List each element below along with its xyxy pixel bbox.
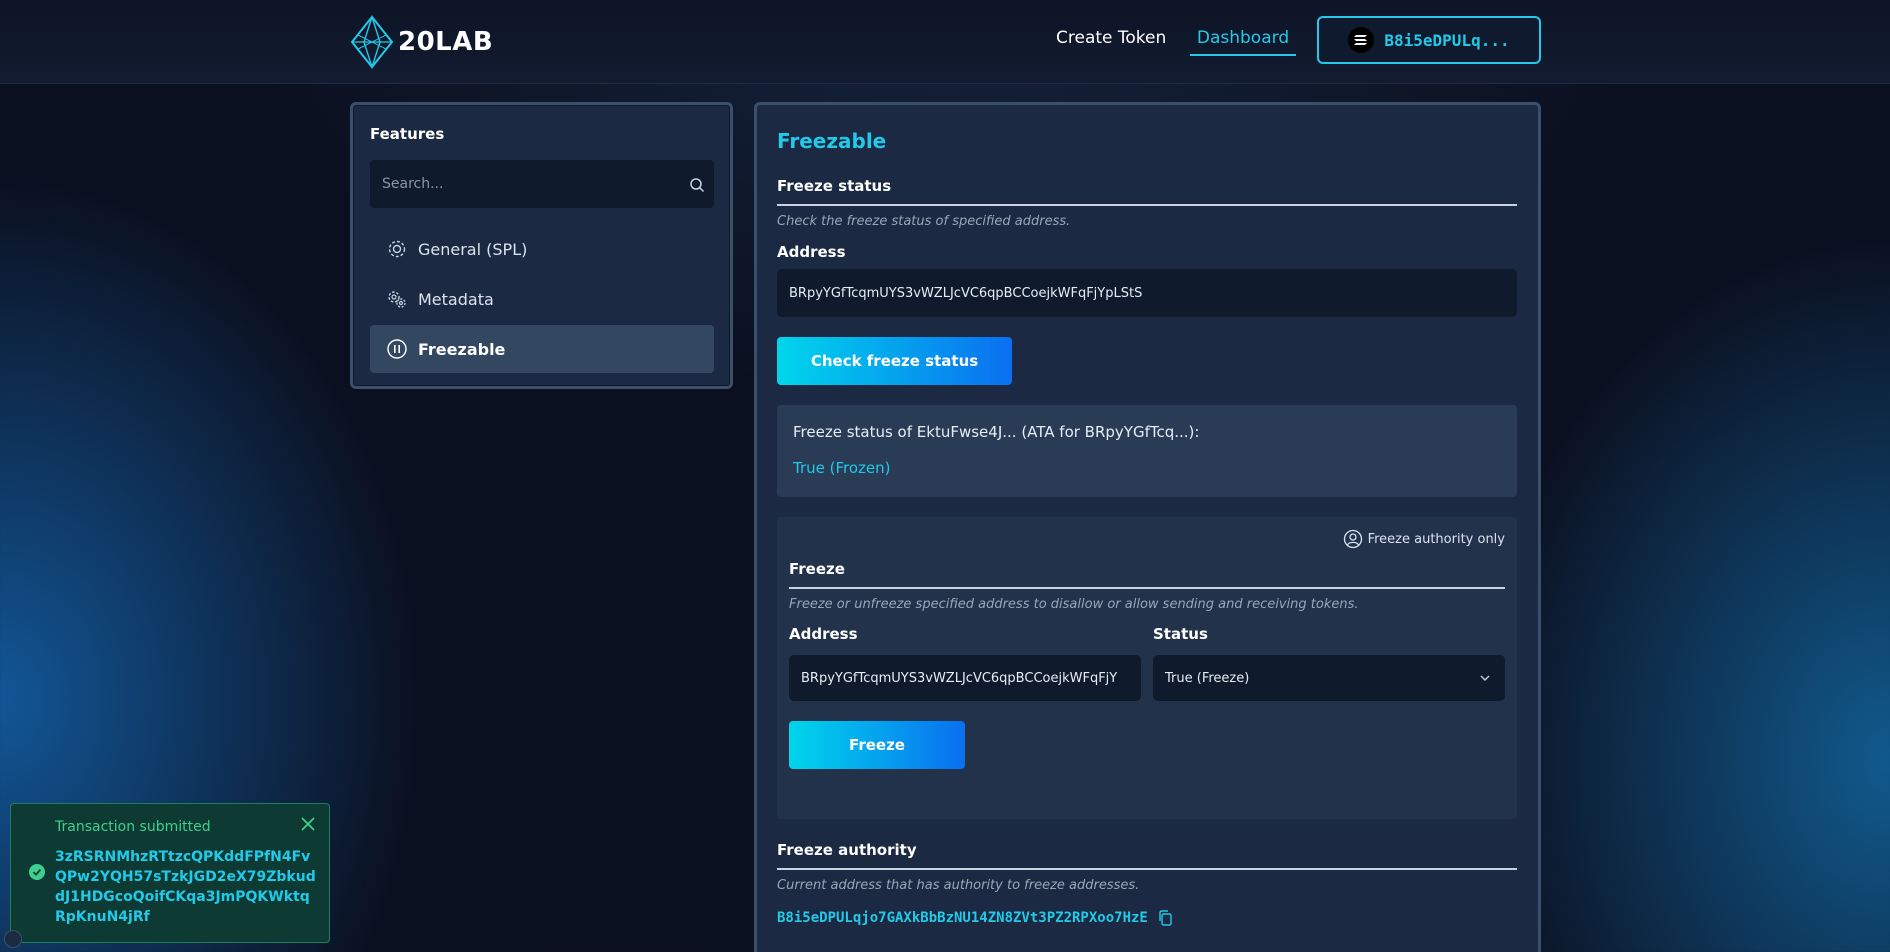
transaction-toast: Transaction submitted 3zRSRNMhzRTtzcQPKd… bbox=[10, 803, 330, 943]
freeze-authority-title: Freeze authority bbox=[777, 841, 917, 859]
check-freeze-status-button[interactable]: Check freeze status bbox=[777, 337, 1012, 385]
freeze-status-select-value: True (Freeze) bbox=[1165, 670, 1250, 686]
sidebar-item-freezable[interactable]: Freezable bbox=[370, 325, 714, 373]
solana-icon bbox=[1348, 27, 1375, 53]
sidebar-item-general-spl[interactable]: General (SPL) bbox=[370, 225, 714, 273]
sidebar-item-label: Freezable bbox=[418, 339, 506, 359]
search-icon[interactable] bbox=[689, 177, 705, 193]
address-label: Address bbox=[777, 243, 846, 261]
gear-icon bbox=[388, 240, 406, 258]
features-sidebar: Features General (SPL) Metadata Freezabl… bbox=[350, 102, 733, 389]
freezable-panel: Freezable Freeze status Check the freeze… bbox=[754, 102, 1541, 952]
nav-dashboard[interactable]: Dashboard bbox=[1190, 28, 1296, 56]
gears-icon bbox=[388, 291, 406, 308]
user-circle-icon bbox=[1343, 529, 1362, 549]
freeze-authority-address-text[interactable]: B8i5eDPULqjo7GAXkBbBzNU14ZN8ZVt3PZ2RPXoo… bbox=[777, 910, 1148, 926]
sidebar-item-metadata[interactable]: Metadata bbox=[370, 275, 714, 323]
wallet-address-label: B8i5eDPULq... bbox=[1384, 30, 1510, 50]
freeze-authority-address: B8i5eDPULqjo7GAXkBbBzNU14ZN8ZVt3PZ2RPXoo… bbox=[777, 909, 1174, 927]
freeze-title: Freeze bbox=[789, 560, 845, 578]
freeze-section: Freeze authority only Freeze Freeze or u… bbox=[777, 517, 1517, 819]
diamond-logo-icon bbox=[350, 15, 394, 69]
sidebar-item-label: General (SPL) bbox=[418, 239, 528, 259]
freeze-button[interactable]: Freeze bbox=[789, 721, 965, 769]
pause-circle-icon bbox=[387, 339, 407, 359]
freeze-status-address-input[interactable] bbox=[777, 269, 1517, 317]
freeze-authority-description: Current address that has authority to fr… bbox=[777, 878, 1140, 893]
freeze-status-title: Freeze status bbox=[777, 177, 892, 195]
section-divider bbox=[789, 587, 1505, 589]
status-label: Status bbox=[1153, 625, 1208, 643]
close-icon[interactable] bbox=[299, 815, 317, 833]
section-divider bbox=[777, 868, 1517, 870]
toast-title: Transaction submitted bbox=[55, 819, 211, 835]
chevron-down-icon bbox=[1480, 675, 1490, 681]
freeze-authority-only-badge: Freeze authority only bbox=[1343, 529, 1505, 549]
corner-indicator[interactable] bbox=[4, 930, 22, 948]
copy-icon[interactable] bbox=[1156, 909, 1174, 927]
freeze-status-result-text: Freeze status of EktuFwse4J... (ATA for … bbox=[793, 423, 1200, 441]
feature-search-input[interactable] bbox=[370, 160, 714, 208]
freeze-status-description: Check the freeze status of specified add… bbox=[777, 214, 1071, 229]
freeze-description: Freeze or unfreeze specified address to … bbox=[789, 597, 1359, 612]
toast-transaction-signature[interactable]: 3zRSRNMhzRTtzcQPKddFPfN4FvQPw2YQH57sTzkJ… bbox=[55, 847, 317, 927]
freeze-status-result-value: True (Frozen) bbox=[793, 459, 891, 477]
nav-create-token[interactable]: Create Token bbox=[1056, 28, 1166, 48]
check-circle-icon bbox=[29, 864, 45, 880]
logo-text: 20LAB bbox=[398, 27, 494, 57]
logo[interactable]: 20LAB bbox=[350, 14, 493, 70]
freeze-status-result: Freeze status of EktuFwse4J... (ATA for … bbox=[777, 405, 1517, 497]
page-title: Freezable bbox=[777, 129, 887, 153]
sidebar-item-label: Metadata bbox=[418, 289, 494, 309]
freeze-address-input[interactable] bbox=[789, 655, 1141, 701]
address-label: Address bbox=[789, 625, 858, 643]
sidebar-title: Features bbox=[370, 125, 445, 143]
section-divider bbox=[777, 204, 1517, 206]
top-header: 20LAB Create Token Dashboard B8i5eDPULq.… bbox=[0, 0, 1890, 84]
freeze-status-select[interactable]: True (Freeze) bbox=[1153, 655, 1505, 701]
freeze-authority-only-label: Freeze authority only bbox=[1367, 531, 1505, 547]
wallet-button[interactable]: B8i5eDPULq... bbox=[1317, 16, 1541, 64]
